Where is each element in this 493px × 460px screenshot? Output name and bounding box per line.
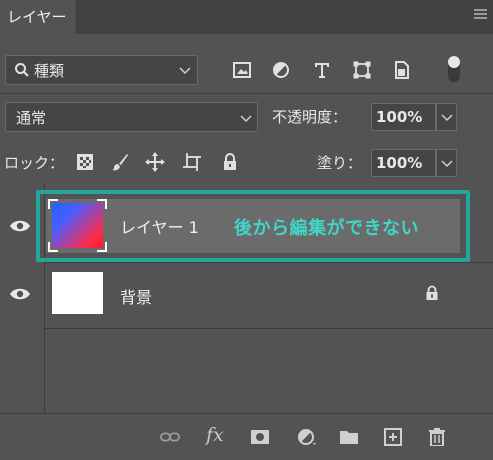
chevron-down-icon (441, 114, 453, 122)
opacity-label: 不透明度： (272, 108, 348, 126)
lock-all-icon[interactable] (220, 152, 240, 172)
folder-icon[interactable] (339, 428, 359, 446)
lock-icon[interactable] (425, 285, 439, 301)
lock-artboard-icon[interactable] (182, 152, 202, 172)
divider (0, 93, 493, 94)
chevron-down-icon (441, 160, 453, 168)
annotation-highlight-frame (36, 190, 470, 262)
chevron-down-icon (240, 115, 252, 123)
new-layer-icon[interactable] (383, 428, 403, 446)
divider (45, 328, 493, 329)
opacity-input[interactable]: 100% (371, 103, 436, 131)
smart-object-filter-icon[interactable] (392, 60, 412, 80)
adjustment-icon[interactable] (297, 428, 317, 446)
blend-mode-select[interactable]: 通常 (5, 102, 258, 132)
eye-icon[interactable] (9, 219, 31, 233)
panel-tab-bar: レイヤー (0, 0, 493, 34)
blend-mode-label: 通常 (16, 109, 47, 127)
chevron-down-icon (179, 67, 191, 75)
link-icon[interactable] (160, 428, 180, 446)
filter-type-select[interactable]: 種類 (5, 55, 198, 85)
image-filter-icon[interactable] (232, 60, 252, 80)
fill-input[interactable]: 100% (371, 149, 436, 177)
lock-label: ロック： (4, 154, 65, 172)
bottom-toolbar (0, 413, 493, 460)
fill-dropdown[interactable] (436, 149, 457, 177)
tab-layers[interactable]: レイヤー (0, 0, 77, 34)
lock-transparent-pixels-icon[interactable] (75, 152, 95, 172)
opacity-dropdown[interactable] (436, 103, 457, 131)
adjustment-filter-icon[interactable] (271, 60, 291, 80)
panel-menu-icon[interactable] (474, 9, 487, 20)
type-filter-icon[interactable] (312, 60, 332, 80)
layer-name[interactable]: 背景 (120, 284, 152, 308)
filter-type-label: 種類 (34, 62, 65, 80)
search-icon (15, 63, 29, 77)
filter-toggle-switch[interactable] (446, 54, 462, 84)
fill-label: 塗り： (317, 154, 363, 172)
divider (45, 262, 493, 263)
trash-icon[interactable] (427, 428, 447, 446)
layer-thumbnail[interactable] (52, 272, 103, 314)
lock-position-icon[interactable] (145, 152, 165, 172)
eye-icon[interactable] (9, 287, 31, 301)
lock-image-pixels-icon[interactable] (110, 152, 130, 172)
shape-filter-icon[interactable] (352, 60, 372, 80)
fx-icon[interactable]: fx (206, 424, 224, 446)
mask-icon[interactable] (250, 428, 270, 446)
